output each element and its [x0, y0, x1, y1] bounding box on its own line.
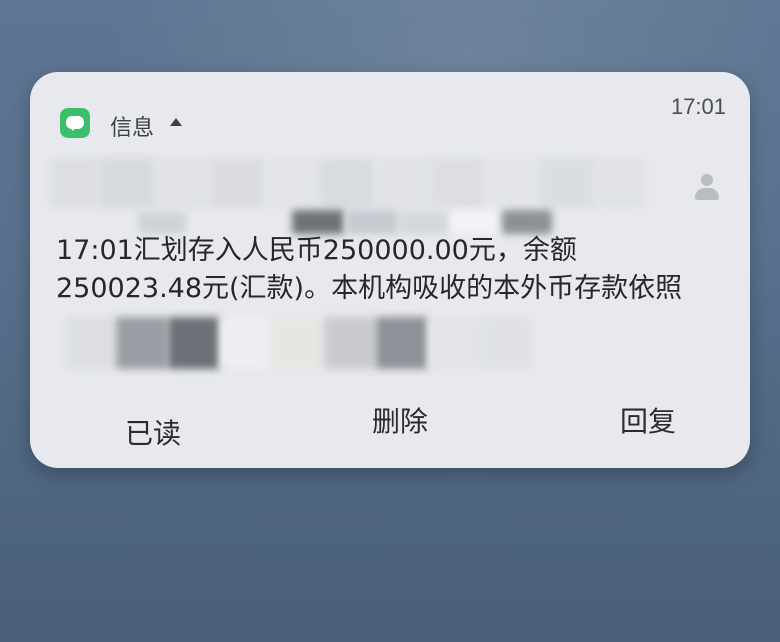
redacted-sender-block [100, 158, 155, 208]
redacted-sender-block [210, 158, 265, 208]
redacted-text-block [376, 317, 428, 369]
redacted-text-block [450, 210, 500, 234]
message-text: 17:01汇划存入人民币250000.00元，余额 250023.48元(汇款)… [56, 232, 736, 308]
redacted-text-block [428, 317, 480, 369]
app-name: 信息 [110, 116, 155, 141]
notification-header: 信息 17:01 [30, 72, 750, 162]
delete-button[interactable]: 删除 [372, 400, 428, 440]
redacted-text-block [138, 212, 186, 234]
redacted-sender-block [320, 158, 375, 208]
mark-read-button[interactable]: 已读 [125, 412, 181, 452]
contact-avatar-icon [692, 172, 722, 202]
redacted-text-block [398, 212, 450, 234]
redacted-sender-block [430, 158, 485, 208]
caret-up-icon[interactable] [170, 118, 182, 126]
redacted-sender-block [595, 158, 645, 208]
redacted-sender-block [50, 158, 100, 208]
redacted-text-block [272, 317, 324, 369]
redacted-text-block [324, 317, 376, 369]
notification-actions: 已读 删除 回复 [30, 392, 750, 450]
redacted-text-block [346, 210, 398, 234]
messages-icon [60, 108, 90, 138]
reply-button[interactable]: 回复 [620, 400, 676, 440]
redacted-text-block [502, 210, 552, 234]
redacted-text-block [168, 317, 220, 369]
redacted-sender-block [540, 158, 595, 208]
redacted-text-block [116, 317, 168, 369]
redacted-text-block [220, 317, 272, 369]
message-line-1: 17:01汇划存入人民币250000.00元，余额 [56, 235, 577, 266]
redacted-sender-block [155, 158, 210, 208]
redacted-text-block [66, 317, 116, 369]
redacted-sender-block [265, 158, 320, 208]
redacted-sender-block [485, 158, 540, 208]
redacted-sender-block [375, 158, 430, 208]
redacted-text-block [292, 210, 344, 234]
notification-time: 17:01 [670, 94, 726, 119]
redacted-text-block [480, 317, 532, 369]
message-notification-card[interactable]: 信息 17:01 17:01汇划存入人民币250000.00元，余额 25002… [30, 72, 750, 468]
message-line-2: 250023.48元(汇款)。本机构吸收的本外币存款依照 [56, 273, 683, 304]
